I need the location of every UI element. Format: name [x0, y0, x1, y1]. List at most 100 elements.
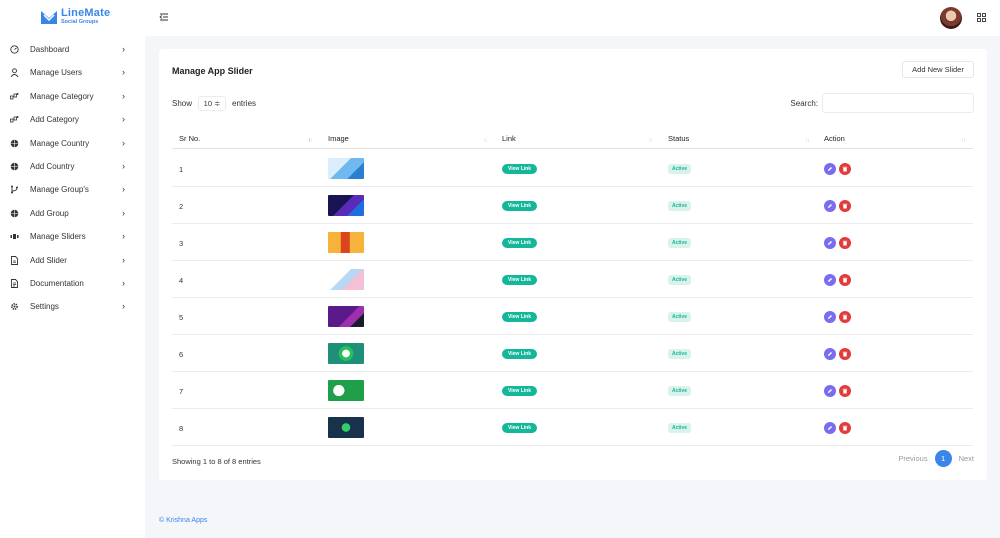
sr-no-cell: 6 — [179, 350, 184, 359]
globe-icon — [10, 139, 19, 148]
status-badge: Active — [668, 386, 691, 396]
sidebar-item-settings[interactable]: Settings › — [0, 296, 145, 316]
view-link-button[interactable]: View Link — [502, 201, 537, 211]
table-row: 7 View Link Active — [172, 372, 973, 409]
search-label: Search: — [790, 98, 818, 108]
view-link-button[interactable]: View Link — [502, 275, 537, 285]
edit-button[interactable] — [824, 422, 836, 434]
view-link-button[interactable]: View Link — [502, 164, 537, 174]
sidebar-item-manage-category[interactable]: Manage Category › — [0, 86, 145, 106]
sort-asc-icon[interactable]: ↑↓ — [308, 138, 313, 144]
add-new-slider-button[interactable]: Add New Slider — [902, 61, 974, 78]
search-control: Search: — [790, 93, 974, 113]
sr-no-cell: 8 — [179, 424, 184, 433]
edit-button[interactable] — [824, 200, 836, 212]
status-badge: Active — [668, 349, 691, 359]
edit-button[interactable] — [824, 237, 836, 249]
column-header-sr-no[interactable]: Sr No. — [179, 134, 200, 143]
sidebar-item-add-group[interactable]: Add Group › — [0, 203, 145, 223]
sidebar-item-dashboard[interactable]: Dashboard › — [0, 39, 145, 59]
view-link-button[interactable]: View Link — [502, 312, 537, 322]
sr-no-cell: 1 — [179, 165, 184, 174]
edit-button[interactable] — [824, 274, 836, 286]
column-header-status[interactable]: Status — [668, 134, 689, 143]
edit-button[interactable] — [824, 311, 836, 323]
sort-icon[interactable]: ↑↓ — [483, 138, 488, 144]
chevron-right-icon: › — [122, 231, 125, 241]
sidebar-item-label: Manage Country — [30, 138, 90, 148]
sr-no-cell: 3 — [179, 239, 184, 248]
logo-subtitle: Social Groups — [61, 19, 99, 25]
footer-copyright[interactable]: © Krishna Apps — [159, 517, 207, 524]
sidebar-item-manage-country[interactable]: Manage Country › — [0, 133, 145, 153]
entries-select[interactable]: 10 ≑ — [198, 96, 227, 111]
search-input[interactable] — [822, 93, 974, 113]
delete-button[interactable] — [839, 237, 851, 249]
delete-button[interactable] — [839, 385, 851, 397]
sidebar-item-label: Add Group — [30, 208, 69, 218]
slider-icon — [10, 232, 19, 241]
table-row: 3 View Link Active — [172, 224, 973, 261]
status-badge: Active — [668, 275, 691, 285]
sidebar-item-manage-groups[interactable]: Manage Group's › — [0, 179, 145, 199]
entries-length-control: Show 10 ≑ entries — [172, 96, 256, 111]
table-row: 2 View Link Active — [172, 187, 973, 224]
sidebar-item-manage-sliders[interactable]: Manage Sliders › — [0, 226, 145, 246]
view-link-button[interactable]: View Link — [502, 349, 537, 359]
delete-button[interactable] — [839, 311, 851, 323]
sidebar-item-label: Dashboard — [30, 44, 70, 54]
next-page-button[interactable]: Next — [959, 454, 974, 463]
app-logo[interactable]: LineMate Social Groups — [40, 8, 110, 26]
entries-label: entries — [232, 99, 257, 108]
column-header-link[interactable]: Link — [502, 134, 516, 143]
sidebar-item-label: Manage Group's — [30, 184, 89, 194]
table-row: 4 View Link Active — [172, 261, 973, 298]
delete-button[interactable] — [839, 163, 851, 175]
pagination: Previous 1 Next — [898, 450, 974, 467]
category-icon — [10, 92, 19, 101]
sort-icon[interactable]: ↑↓ — [805, 138, 810, 144]
table-row: 1 View Link Active — [172, 150, 973, 187]
status-badge: Active — [668, 423, 691, 433]
sidebar-item-label: Documentation — [30, 278, 84, 288]
globe-icon — [10, 162, 19, 171]
slider-image — [328, 232, 364, 253]
avatar[interactable] — [940, 7, 962, 29]
edit-button[interactable] — [824, 385, 836, 397]
slider-image — [328, 269, 364, 290]
gear-icon — [10, 302, 19, 311]
previous-page-button[interactable]: Previous — [898, 454, 927, 463]
page-1-button[interactable]: 1 — [934, 450, 952, 467]
slider-image — [328, 306, 364, 327]
sidebar-item-documentation[interactable]: Documentation › — [0, 273, 145, 293]
chevron-right-icon: › — [122, 278, 125, 288]
view-link-button[interactable]: View Link — [502, 423, 537, 433]
sr-no-cell: 4 — [179, 276, 184, 285]
sort-icon[interactable]: ↑↓ — [961, 138, 966, 144]
delete-button[interactable] — [839, 348, 851, 360]
delete-button[interactable] — [839, 200, 851, 212]
sidebar-item-manage-users[interactable]: Manage Users › — [0, 62, 145, 82]
chevron-right-icon: › — [122, 161, 125, 171]
delete-button[interactable] — [839, 274, 851, 286]
edit-button[interactable] — [824, 348, 836, 360]
chevron-right-icon: › — [122, 114, 125, 124]
chevron-right-icon: › — [122, 301, 125, 311]
sidebar-item-label: Add Country — [30, 161, 75, 171]
edit-button[interactable] — [824, 163, 836, 175]
menu-toggle-icon[interactable] — [159, 12, 169, 22]
sort-icon[interactable]: ↑↓ — [648, 138, 653, 144]
view-link-button[interactable]: View Link — [502, 386, 537, 396]
column-header-image[interactable]: Image — [328, 134, 349, 143]
sidebar-item-add-slider[interactable]: Add Slider › — [0, 250, 145, 270]
view-link-button[interactable]: View Link — [502, 238, 537, 248]
sidebar-item-add-country[interactable]: Add Country › — [0, 156, 145, 176]
status-badge: Active — [668, 164, 691, 174]
column-header-action[interactable]: Action — [824, 134, 845, 143]
chevron-right-icon: › — [122, 208, 125, 218]
chevron-right-icon: › — [122, 255, 125, 265]
sidebar-item-add-category[interactable]: Add Category › — [0, 109, 145, 129]
apps-grid-icon[interactable] — [977, 13, 986, 22]
delete-button[interactable] — [839, 422, 851, 434]
slider-image — [328, 343, 364, 364]
